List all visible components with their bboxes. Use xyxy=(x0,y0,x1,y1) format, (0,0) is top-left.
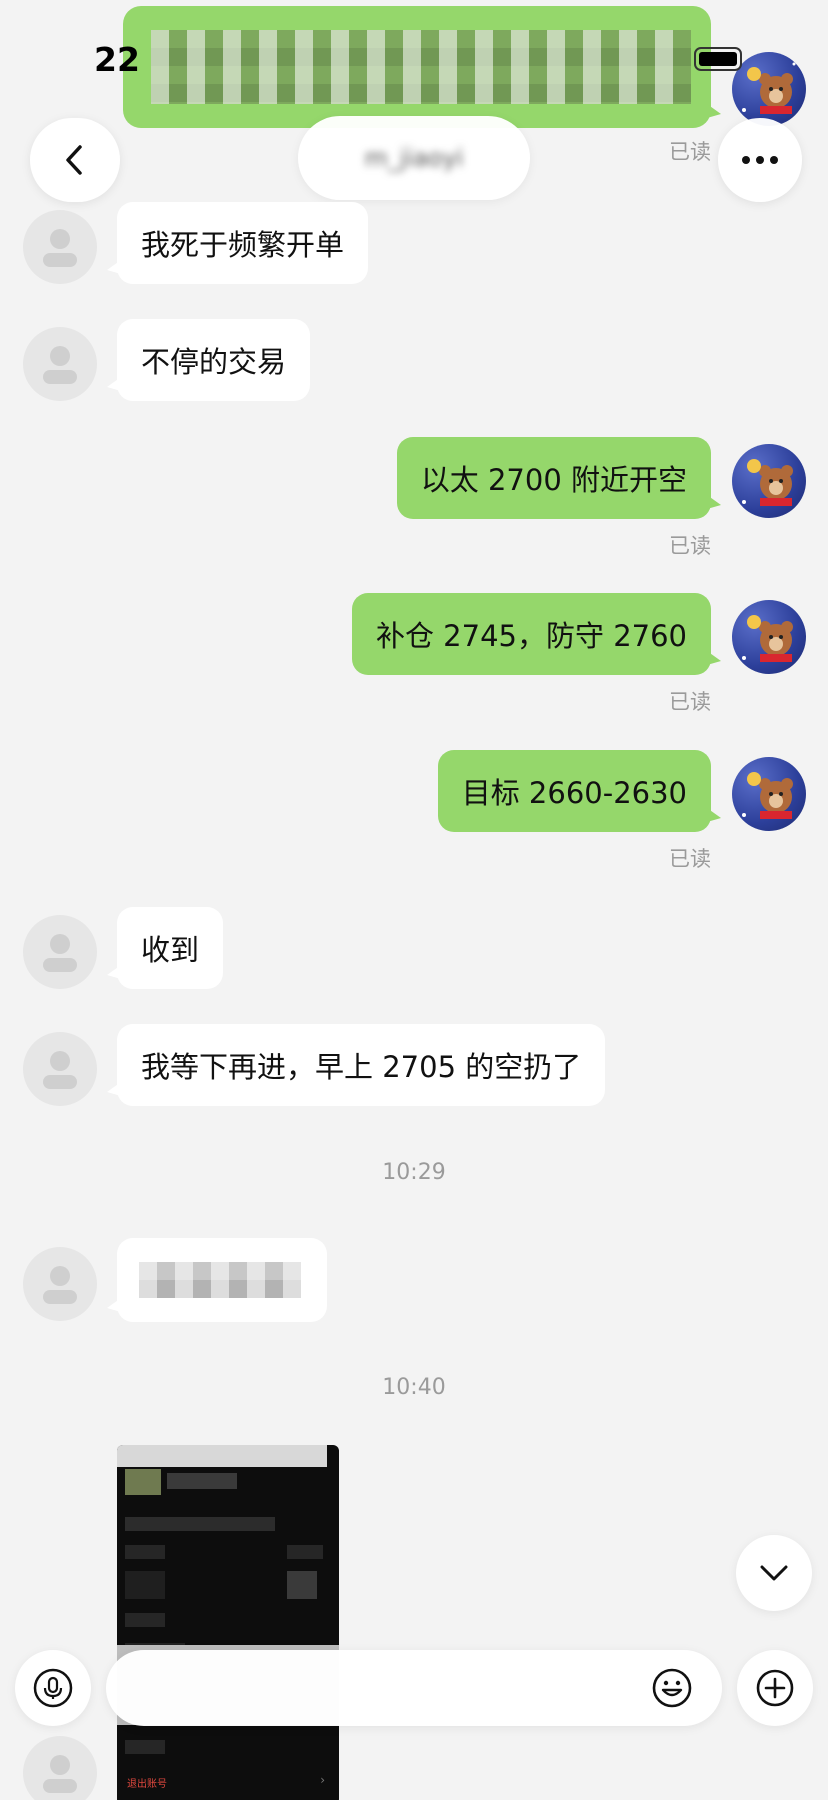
redacted-text xyxy=(151,30,691,104)
message-bubble-outgoing-redacted[interactable] xyxy=(123,6,721,128)
contact-avatar[interactable] xyxy=(23,327,97,401)
image-redacted-row xyxy=(125,1469,161,1495)
image-footer-text: 退出账号 xyxy=(127,1779,167,1790)
image-redacted-row xyxy=(125,1517,275,1531)
image-redacted-header xyxy=(117,1445,327,1467)
message-bubble-outgoing[interactable]: 以太 2700 附近开空 xyxy=(396,437,722,519)
message-bubble-incoming[interactable]: 我死于频繁开单 xyxy=(106,202,369,284)
image-redacted-row xyxy=(125,1613,165,1627)
timestamp: 10:29 xyxy=(382,1160,446,1185)
plus-circle-icon xyxy=(756,1669,794,1707)
battery-icon xyxy=(694,47,742,71)
contact-avatar[interactable] xyxy=(23,1247,97,1321)
contact-avatar[interactable] xyxy=(23,915,97,989)
message-bubble-incoming[interactable]: 收到 xyxy=(106,907,224,989)
timestamp: 10:40 xyxy=(382,1375,446,1400)
emoji-icon xyxy=(652,1668,692,1708)
chat-screen: 22 已读 m_jiaoyi 我死于频繁开单 不停的交易 以太 2700 附近开… xyxy=(0,0,828,1800)
voice-button[interactable] xyxy=(15,1650,91,1726)
chat-title[interactable]: m_jiaoyi xyxy=(298,116,530,200)
message-bubble-incoming-redacted[interactable] xyxy=(107,1238,327,1322)
read-status: 已读 xyxy=(669,847,711,871)
emoji-button[interactable] xyxy=(651,1667,693,1709)
scroll-to-bottom-button[interactable] xyxy=(736,1535,812,1611)
more-horizontal-icon xyxy=(742,156,778,164)
image-redacted-row xyxy=(125,1571,165,1599)
status-bar-time: 22 xyxy=(94,40,140,79)
image-redacted-row xyxy=(167,1473,237,1489)
user-avatar[interactable] xyxy=(732,444,806,518)
chevron-left-icon xyxy=(66,145,82,175)
chevron-down-icon xyxy=(760,1565,788,1581)
image-redacted-row xyxy=(125,1740,165,1754)
message-bubble-outgoing[interactable]: 目标 2660-2630 xyxy=(437,750,722,832)
message-bubble-outgoing[interactable]: 补仓 2745，防守 2760 xyxy=(351,593,722,675)
chat-title-text: m_jiaoyi xyxy=(364,144,464,172)
read-status: 已读 xyxy=(669,140,711,164)
user-avatar[interactable] xyxy=(732,52,806,126)
read-status: 已读 xyxy=(669,534,711,558)
image-redacted-row xyxy=(287,1571,317,1599)
back-button[interactable] xyxy=(30,118,120,202)
more-button[interactable] xyxy=(718,118,802,202)
message-bubble-incoming[interactable]: 不停的交易 xyxy=(106,319,311,401)
contact-avatar[interactable] xyxy=(23,210,97,284)
message-input[interactable] xyxy=(106,1650,722,1726)
add-button[interactable] xyxy=(737,1650,813,1726)
user-avatar[interactable] xyxy=(732,757,806,831)
image-footer-chevron: › xyxy=(320,1773,325,1787)
image-message[interactable]: 退出账号 › xyxy=(117,1445,339,1800)
redacted-text xyxy=(139,1262,301,1298)
message-bubble-incoming[interactable]: 我等下再进，早上 2705 的空扔了 xyxy=(106,1024,606,1106)
image-redacted-row xyxy=(125,1545,165,1559)
image-redacted-row xyxy=(287,1545,323,1559)
contact-avatar[interactable] xyxy=(23,1032,97,1106)
user-avatar[interactable] xyxy=(732,600,806,674)
microphone-icon xyxy=(33,1668,73,1708)
read-status: 已读 xyxy=(669,690,711,714)
contact-avatar[interactable] xyxy=(23,1736,97,1800)
